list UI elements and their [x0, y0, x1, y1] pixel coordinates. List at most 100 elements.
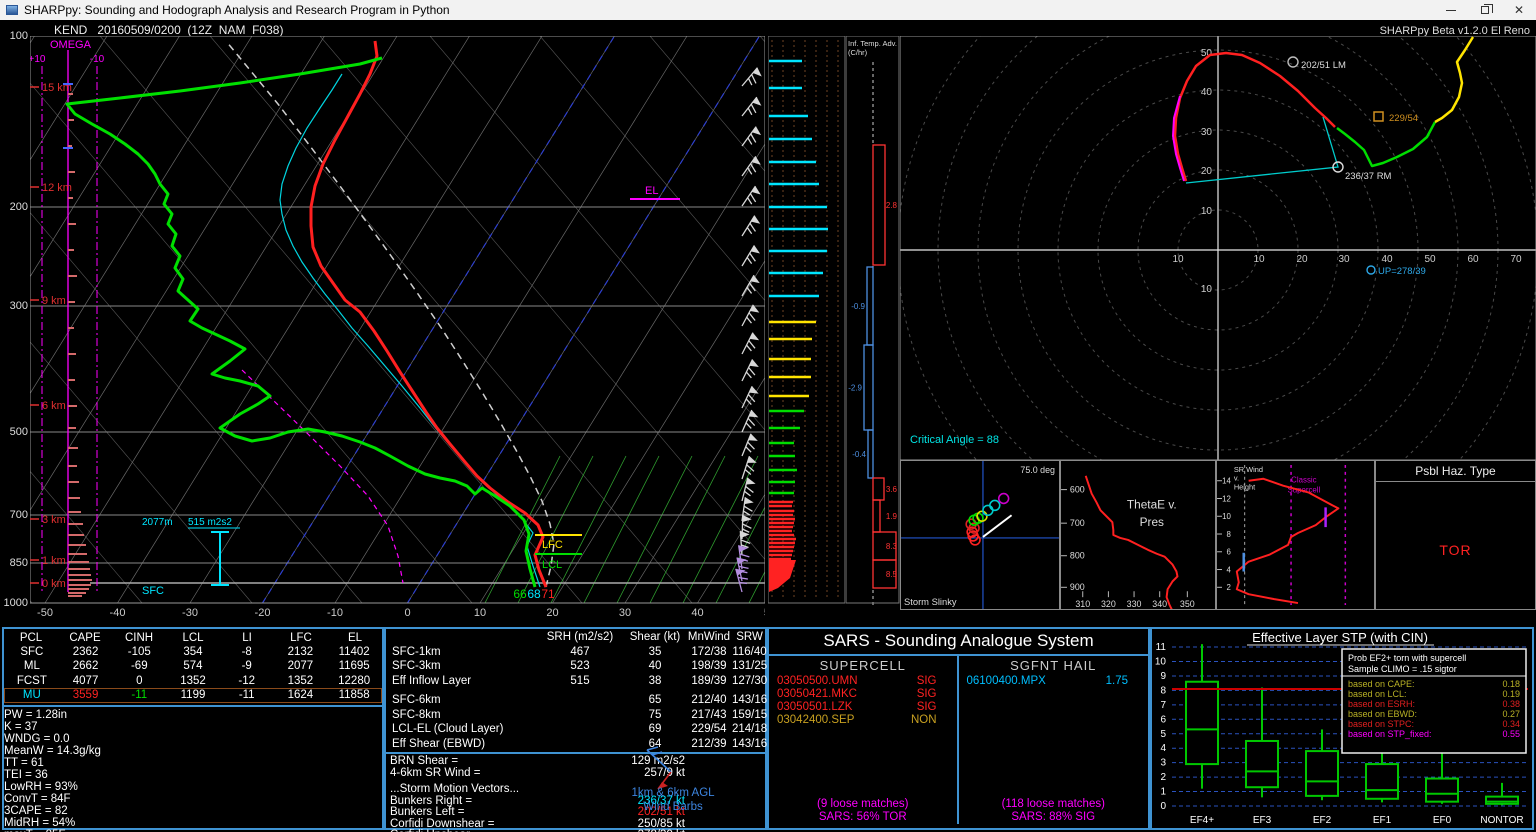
parcel-cell: -8	[241, 645, 252, 658]
height-label: 1 km	[42, 555, 66, 567]
hodograph[interactable]: 10 10 20 30 40 50 60 70504030201010202/51 LM236…	[900, 36, 1536, 460]
sars-match-name: 03050501.LZK	[777, 701, 853, 713]
isotherm	[30, 36, 35, 44]
kin-cell: 35	[648, 645, 662, 658]
mixing-ratio-line	[682, 455, 759, 604]
parcel-cell: MU	[22, 689, 41, 701]
thetae-title: Pres	[1140, 515, 1164, 529]
sars-match-row[interactable]: 03050500.UMN SIG	[769, 675, 957, 688]
mixing-ratio-line	[748, 570, 765, 604]
wind-barb	[741, 304, 760, 327]
temp-adv-header: (C/hr)	[848, 48, 868, 57]
height-label: 6 km	[42, 400, 66, 412]
advection-value: -2.9	[848, 384, 862, 393]
height-tick-label: 10	[1222, 512, 1231, 521]
sars-match-row[interactable]: 06100400.MPX 1.75	[959, 675, 1149, 688]
y-tick-label: 10	[1155, 657, 1167, 668]
skewt-plot[interactable]: OMEGA +10 -10 15 km 12 km 9 km 6 km 3 km 1 km 0 k…	[30, 36, 765, 620]
kin-cell: 198/39	[691, 660, 727, 672]
ring-label: 20	[1296, 254, 1308, 265]
parcel-cell: 2132	[287, 645, 314, 658]
slinky-deg-label: 75.0 deg	[1020, 465, 1055, 475]
parcel-cell: 1352	[287, 674, 314, 687]
ring-label: 30	[1201, 127, 1213, 138]
kin-cell: 65	[648, 694, 662, 706]
parcel-col-header: CINH	[124, 632, 154, 644]
legend-label: based on CAPE:	[1348, 679, 1415, 689]
advection-bar	[872, 477, 885, 501]
thermo-value: 3CAPE = 82	[4, 804, 68, 817]
omega-title: OMEGA	[50, 39, 92, 51]
parcel-row[interactable]: SFC 2362 -105 354 -8 2132 11402	[4, 645, 382, 660]
sr-wind-inset[interactable]: 14 12 10 8 6 4 2 SR Windv.Height ClassicSupercel…	[1216, 460, 1375, 610]
shear-lines: BRN Shear = 129 m2/s2 4-6km SR Wind = 257/9…	[386, 755, 765, 779]
temp-axis-label: -20	[255, 607, 271, 619]
sars-match-row[interactable]: 03042400.SEP NON	[769, 714, 957, 727]
y-tick-label: 6	[1160, 714, 1166, 725]
level-label: LCL	[542, 559, 562, 571]
restore-button[interactable]	[1468, 0, 1502, 20]
kinematics-panel: SRH (m2/s2) Shear (kt) MnWind SRW SFC-1km 467…	[384, 627, 768, 832]
divider	[4, 704, 382, 707]
parcel-row[interactable]: FCST 4077 0 1352 -12 1352 12280	[4, 674, 382, 689]
stp-boxplot: Effective Layer STP (with CIN) 0 1 2 3 4 5 6 7 8 9…	[1155, 630, 1528, 826]
close-button[interactable]: ✕	[1502, 0, 1536, 20]
height-tick-label: 2	[1226, 583, 1230, 592]
kin-cell: 69	[648, 723, 662, 735]
sr-wind-curve	[1235, 477, 1340, 605]
kin-cell: 143/16	[732, 737, 768, 750]
thermo-value: WNDG = 0.0	[4, 732, 70, 745]
thermo-indices: PW = 1.28in K = 37 WNDG = 0.0 MeanW = 14.3g…	[4, 709, 382, 832]
wind-speed-profile[interactable]	[768, 36, 846, 620]
inflow-height-label: 2077m	[142, 517, 173, 528]
y-tick-label: 9	[1160, 671, 1166, 682]
agl-wind-barbs-icon	[646, 746, 672, 790]
sars-match-type: SIG	[916, 688, 937, 700]
storm-slinky-inset[interactable]: 75.0 deg Storm Slinky	[900, 460, 1060, 610]
isotherm	[552, 260, 765, 604]
critical-angle-label: Critical Angle = 88	[910, 434, 999, 446]
height-tick-label: 8	[1226, 530, 1231, 539]
kin-cell: 40	[648, 660, 662, 672]
sars-match-row[interactable]: 03050421.MKC SIG	[769, 688, 957, 701]
temp-axis-label: 20	[546, 607, 558, 619]
advection-value: 8.5	[886, 570, 898, 579]
parcel-col-header: LI	[242, 632, 252, 644]
kin-cell: 131/25	[732, 660, 768, 672]
wetbulb-curve	[279, 73, 541, 588]
kin-col-header	[388, 632, 536, 644]
surface-value: 68	[527, 587, 541, 601]
kin-cell	[536, 710, 624, 722]
parcel-col-header: LCL	[182, 632, 204, 644]
parcel-row[interactable]: MU 3559 -11 1199 -11 1624 11858	[4, 688, 382, 703]
kin-cell: SFC-1km	[392, 645, 441, 658]
sars-supercell-result: SARS: 56% TOR	[818, 811, 907, 823]
temp-axis-label: 30	[619, 607, 631, 619]
thetae-pres-inset[interactable]: ThetaE v. Pres 600 700 800 900 310 320 330 340 350	[1060, 460, 1216, 610]
hazard-title: Psbl Haz. Type	[1376, 461, 1535, 482]
legend-label: based on STPC:	[1348, 719, 1414, 729]
sars-match-type: NON	[910, 714, 937, 726]
parcel-cell: -12	[238, 674, 256, 687]
kin-col-header: MnWind	[687, 631, 731, 643]
temp-axis-label: -50	[37, 607, 53, 619]
parcel-row[interactable]: ML 2662 -69 574 -9 2077 11695	[4, 659, 382, 674]
sars-supercell-header: SUPERCELL	[819, 658, 906, 673]
ef-category-label: EF1	[1373, 815, 1392, 826]
kin-cell	[536, 724, 624, 736]
parcel-cell: -69	[130, 660, 148, 672]
kin-cell: 212/40	[691, 694, 727, 706]
hazard-type-inset[interactable]: Psbl Haz. Type TOR	[1375, 460, 1536, 610]
level-label: LFC	[542, 539, 563, 551]
app-canvas: KEND 20160509/0200 (12Z NAM F038) SHARPp…	[0, 20, 1536, 832]
box	[1305, 750, 1339, 797]
minimize-button[interactable]	[1434, 0, 1468, 20]
sr-wind-title: v.	[1234, 474, 1239, 483]
height-tick-label: 6	[1226, 548, 1231, 557]
temp-adv-header: Inf. Temp. Adv.	[848, 39, 897, 48]
legend-label: based on STP_fixed:	[1348, 729, 1432, 739]
advection-value: -0.9	[851, 302, 865, 311]
sars-match-row[interactable]: 03050501.LZK SIG	[769, 701, 957, 714]
height-tick-label: 12	[1222, 494, 1231, 503]
advection-value: 1.9	[886, 512, 898, 521]
